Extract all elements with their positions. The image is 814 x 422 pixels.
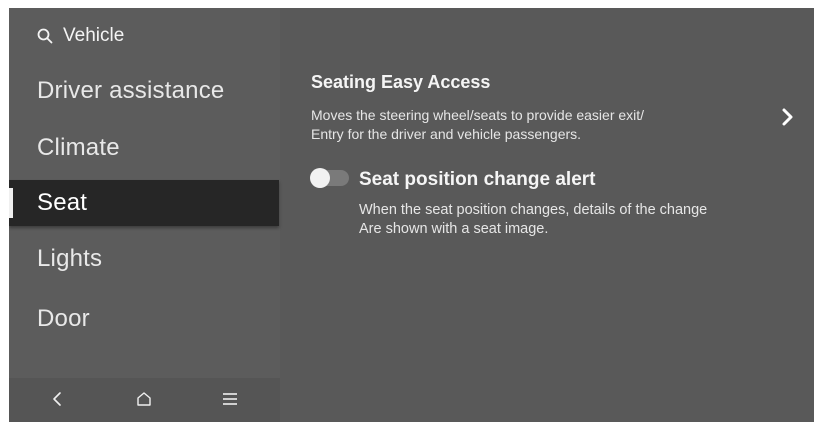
description-line: Are shown with a seat image. xyxy=(359,221,549,237)
active-indicator xyxy=(9,188,13,218)
setting-description: When the seat position changes, details … xyxy=(359,201,814,239)
sidebar-item-label: Climate xyxy=(37,134,120,161)
sidebar-item-driver-assistance[interactable]: Driver assistance xyxy=(9,68,280,114)
toggle-knob xyxy=(310,168,330,188)
back-button[interactable] xyxy=(42,388,72,414)
description-line: Moves the steering wheel/seats to provid… xyxy=(311,107,645,123)
setting-title: Seating Easy Access xyxy=(311,72,491,92)
sidebar: Vehicle Driver assistance Climate Seat L… xyxy=(9,8,280,422)
settings-content: Seating Easy Access Moves the steering w… xyxy=(309,8,814,422)
sidebar-item-climate[interactable]: Climate xyxy=(9,125,280,171)
setting-description: Moves the steering wheel/seats to provid… xyxy=(311,106,781,144)
sidebar-item-seat[interactable]: Seat xyxy=(9,180,279,226)
home-icon xyxy=(136,391,152,412)
description-line: When the seat position changes, details … xyxy=(359,202,708,218)
vehicle-settings-screen: Vehicle Driver assistance Climate Seat L… xyxy=(9,8,814,422)
sidebar-item-lights[interactable]: Lights xyxy=(9,236,280,282)
menu-button[interactable] xyxy=(215,388,245,414)
description-line: Entry for the driver and vehicle passeng… xyxy=(311,126,582,142)
seat-position-alert-toggle[interactable] xyxy=(310,168,349,188)
search-bar[interactable]: Vehicle xyxy=(37,22,124,50)
chevron-left-icon xyxy=(52,391,62,412)
sidebar-item-door[interactable]: Door xyxy=(9,296,280,342)
setting-title: Seat position change alert xyxy=(359,169,596,190)
search-label: Vehicle xyxy=(63,25,125,46)
bottom-navigation-bar xyxy=(9,378,280,422)
search-icon xyxy=(37,28,63,44)
sidebar-item-label: Seat xyxy=(37,189,88,216)
hamburger-menu-icon xyxy=(222,392,238,411)
sidebar-item-label: Driver assistance xyxy=(37,77,225,104)
sidebar-item-label: Lights xyxy=(37,245,103,272)
home-button[interactable] xyxy=(129,388,159,414)
sidebar-item-label: Door xyxy=(37,305,90,332)
chevron-right-icon[interactable] xyxy=(777,104,797,130)
